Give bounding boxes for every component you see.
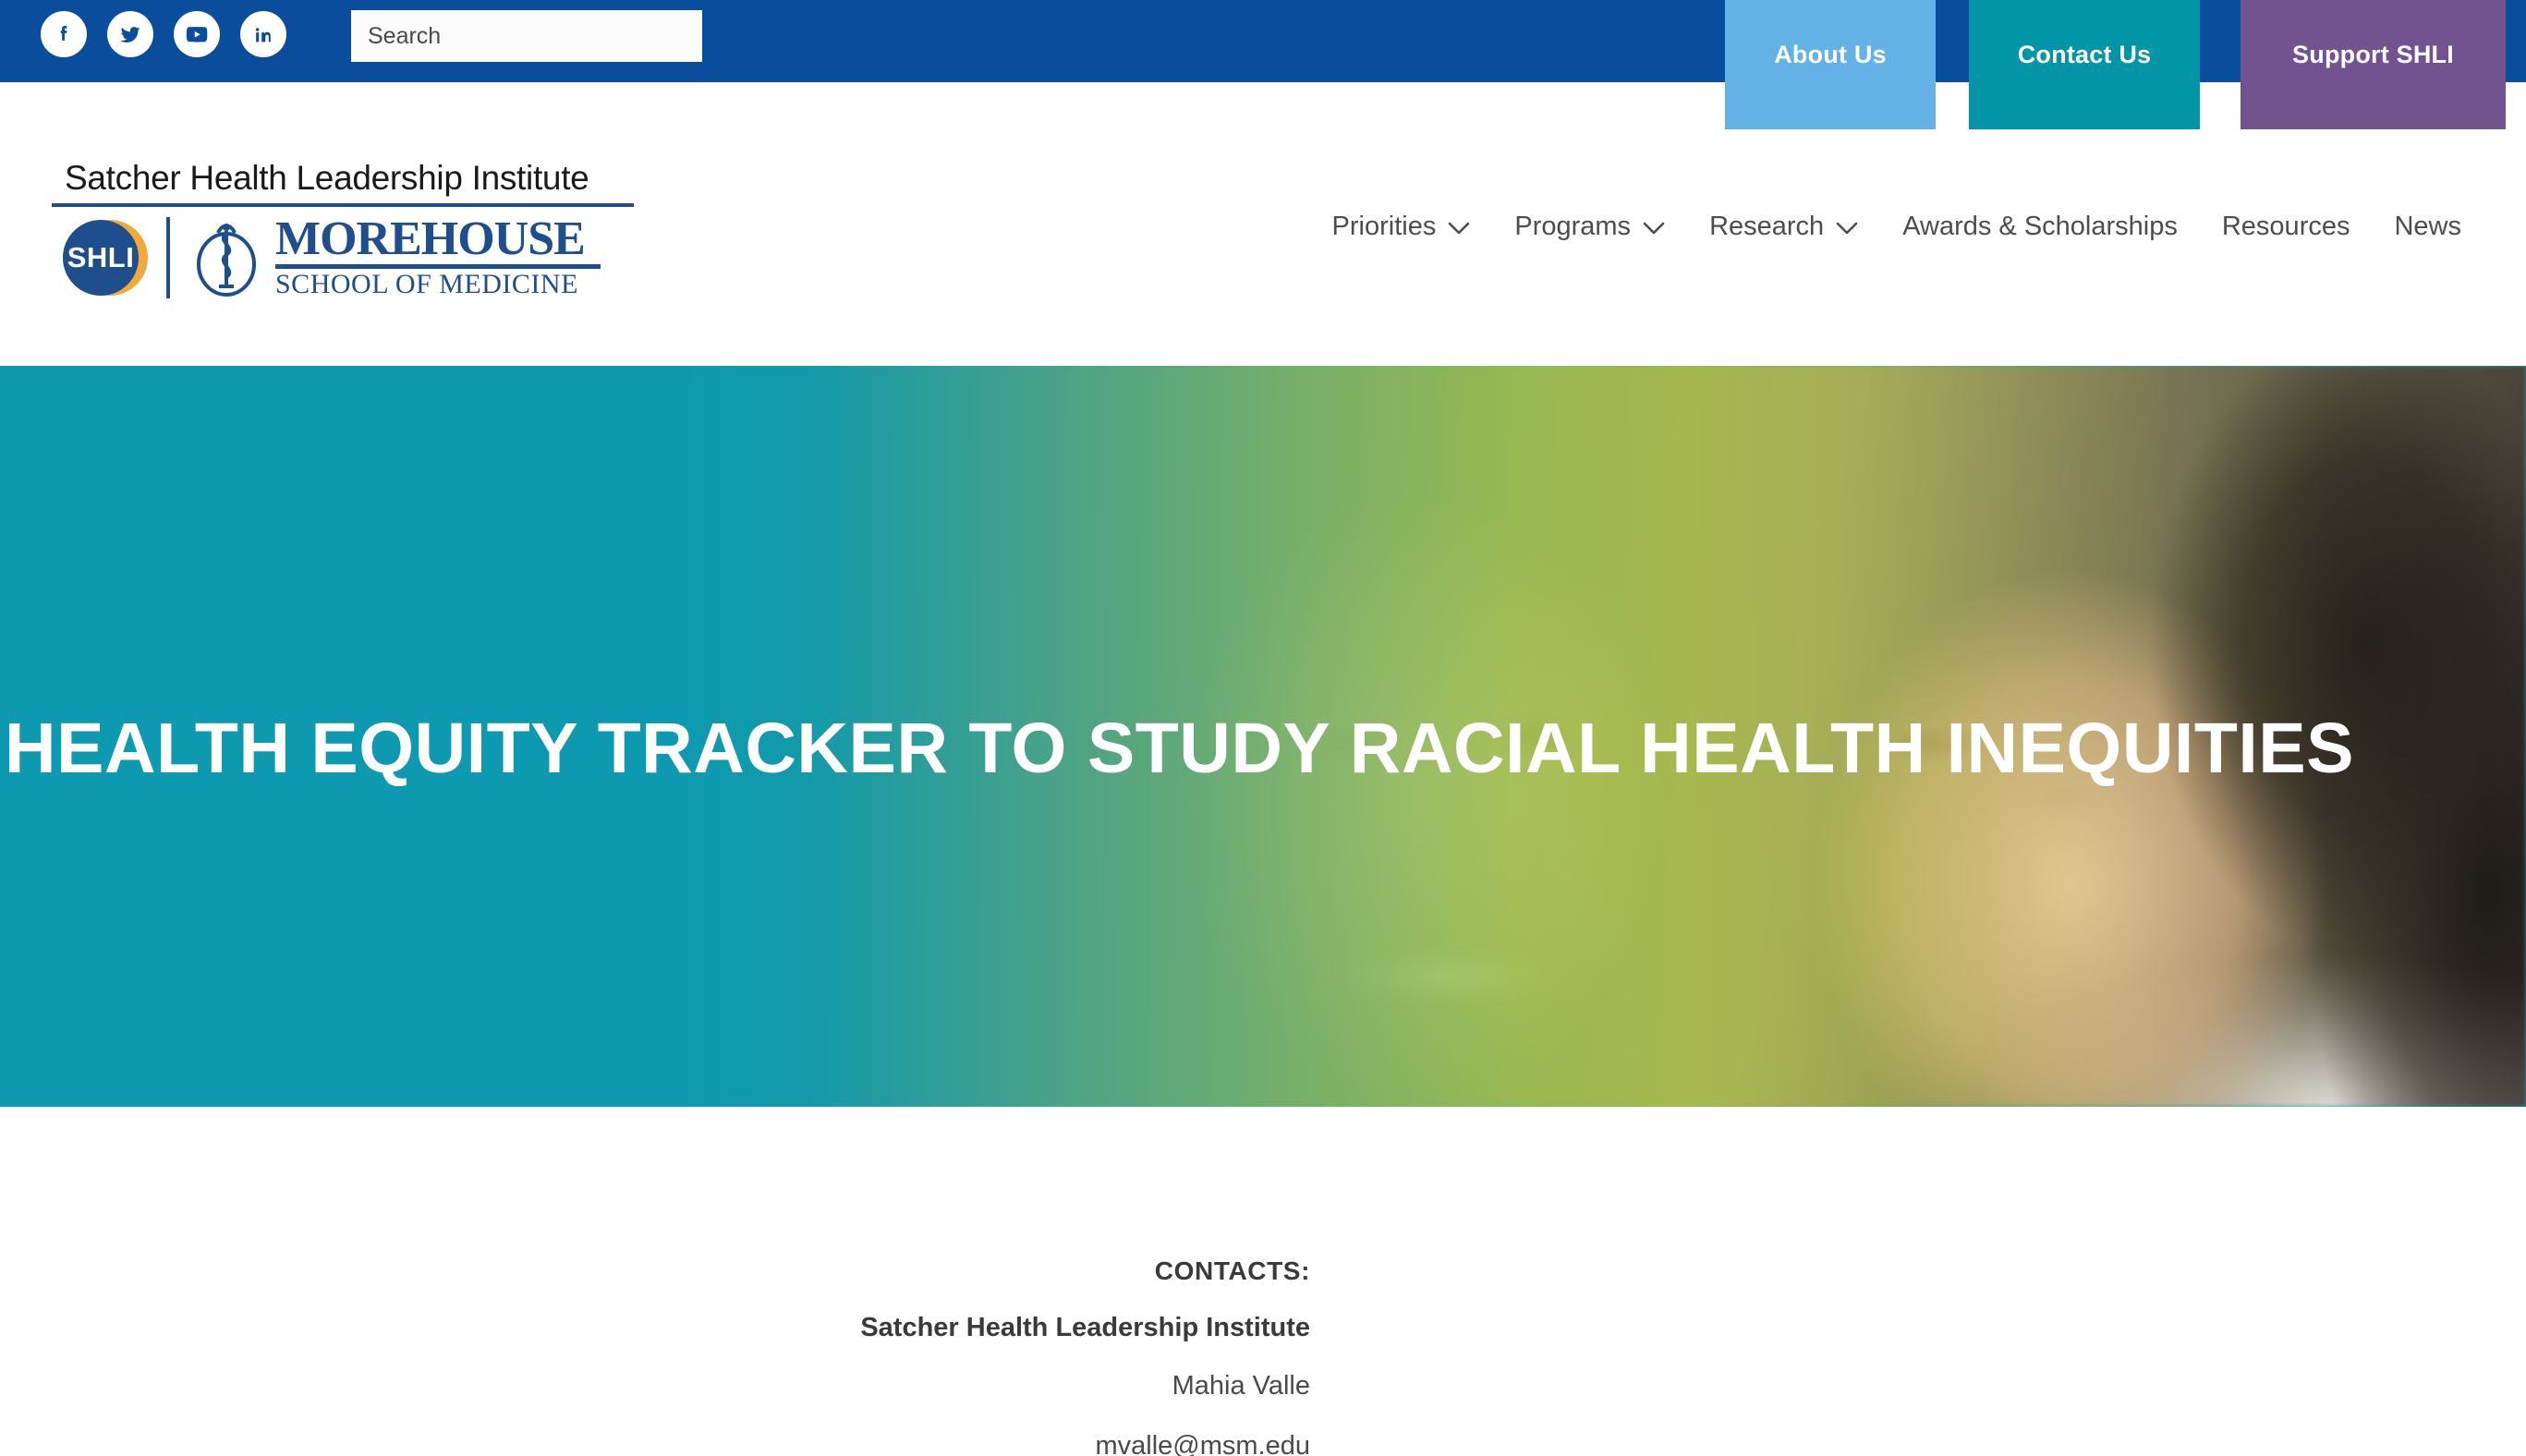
nav-label-programs: Programs — [1514, 212, 1632, 241]
nav-label-news: News — [2394, 212, 2461, 241]
nav-label-resources: Resources — [2221, 212, 2350, 241]
contacts-heading: CONTACTS: — [1154, 1256, 1310, 1285]
nav-label-awards-scholarships: Awards & Scholarships — [1902, 212, 2178, 241]
social-links — [41, 11, 286, 57]
nav-item-awards-scholarships[interactable]: Awards & Scholarships — [1880, 212, 2200, 242]
chevron-down-icon — [1448, 222, 1470, 236]
morehouse-wordmark: MOREHOUSE — [275, 212, 586, 265]
site-logo[interactable]: Satcher Health Leadership Institute SHLI — [52, 159, 643, 302]
shli-badge-text: SHLI — [67, 240, 135, 273]
about-us-label: About Us — [1774, 40, 1887, 68]
contact-us-button[interactable]: Contact Us — [1969, 0, 2200, 129]
chevron-down-icon — [1836, 222, 1858, 236]
support-shli-label: Support SHLI — [2292, 40, 2454, 68]
search-input[interactable] — [351, 10, 702, 62]
caduceus-icon — [190, 212, 262, 302]
nav-label-research: Research — [1709, 212, 1825, 241]
nav-item-resources[interactable]: Resources — [2200, 212, 2373, 242]
chevron-down-icon — [1643, 222, 1665, 236]
twitter-icon[interactable] — [107, 11, 153, 57]
nav-label-priorities: Priorities — [1331, 212, 1437, 241]
support-shli-button[interactable]: Support SHLI — [2241, 0, 2506, 129]
main-navigation: Priorities Programs Research Awards & Sc… — [1310, 212, 2483, 242]
linkedin-icon[interactable] — [240, 11, 286, 57]
logo-institute-name: Satcher Health Leadership Institute — [65, 159, 589, 197]
page-title: HEALTH EQUITY TRACKER TO STUDY RACIAL HE… — [5, 709, 2354, 788]
contacts-organization: Satcher Health Leadership Institute — [860, 1313, 1310, 1342]
contacts-email[interactable]: mvalle@msm.edu — [479, 1431, 1311, 1456]
about-us-button[interactable]: About Us — [1725, 0, 1936, 129]
nav-item-priorities[interactable]: Priorities — [1310, 212, 1493, 242]
logo-vertical-divider — [166, 216, 170, 298]
logo-divider-rule — [52, 203, 634, 207]
facebook-icon[interactable] — [41, 11, 87, 57]
contact-us-label: Contact Us — [2017, 40, 2152, 68]
nav-item-programs[interactable]: Programs — [1492, 212, 1687, 242]
contacts-block: CONTACTS: Satcher Health Leadership Inst… — [479, 1256, 1310, 1456]
nav-item-research[interactable]: Research — [1687, 212, 1880, 242]
shli-badge-icon: SHLI — [61, 218, 161, 297]
school-of-medicine-text: SCHOOL OF MEDICINE — [275, 269, 578, 300]
contacts-person: Mahia Valle — [1172, 1371, 1310, 1401]
youtube-icon[interactable] — [174, 11, 220, 57]
nav-item-news[interactable]: News — [2372, 212, 2483, 242]
